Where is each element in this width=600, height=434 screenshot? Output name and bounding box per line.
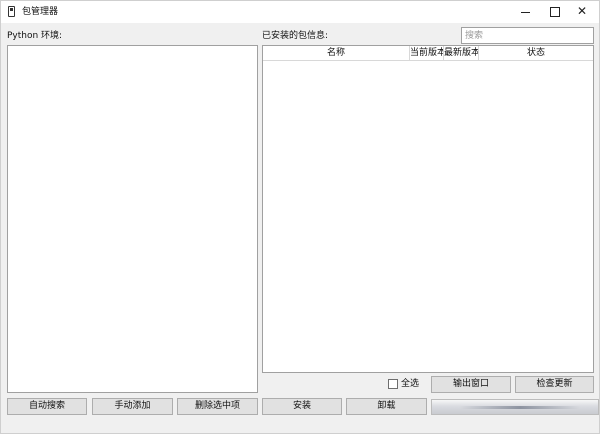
select-all-label[interactable]: 全选 (401, 378, 419, 390)
python-env-list[interactable] (7, 45, 258, 393)
window-title: 包管理器 (22, 7, 59, 17)
progress-bar (431, 399, 599, 415)
uninstall-button[interactable]: 卸载 (346, 398, 427, 415)
column-header-latest-version[interactable]: 最新版本 (444, 46, 479, 60)
table-header: 名称 当前版本 最新版本 状态 (263, 46, 593, 61)
close-icon: ✕ (577, 4, 588, 18)
auto-search-button[interactable]: 自动搜索 (7, 398, 87, 415)
package-manager-window: 包管理器 ✕ Python 环境: 已安装的包信息: 名称 当前版本 最新版本 … (0, 0, 600, 434)
close-button[interactable]: ✕ (567, 1, 600, 23)
title-bar: 包管理器 ✕ (1, 1, 599, 23)
manual-add-button[interactable]: 手动添加 (92, 398, 173, 415)
progress-bar-highlight (460, 406, 580, 409)
output-window-button[interactable]: 输出窗口 (431, 376, 511, 393)
maximize-icon (550, 7, 560, 17)
select-all-checkbox[interactable] (388, 379, 398, 389)
installed-packages-label: 已安装的包信息: (262, 31, 329, 41)
packages-table[interactable]: 名称 当前版本 最新版本 状态 (262, 45, 594, 373)
search-input[interactable] (461, 27, 594, 44)
column-header-name[interactable]: 名称 (263, 46, 410, 60)
column-header-status[interactable]: 状态 (479, 46, 593, 60)
check-updates-button[interactable]: 检查更新 (515, 376, 594, 393)
minimize-icon (521, 12, 530, 13)
install-button[interactable]: 安装 (262, 398, 342, 415)
python-env-label: Python 环境: (7, 31, 63, 41)
package-manager-icon (8, 6, 15, 17)
delete-selected-button[interactable]: 删除选中项 (177, 398, 258, 415)
column-header-current-version[interactable]: 当前版本 (410, 46, 444, 60)
